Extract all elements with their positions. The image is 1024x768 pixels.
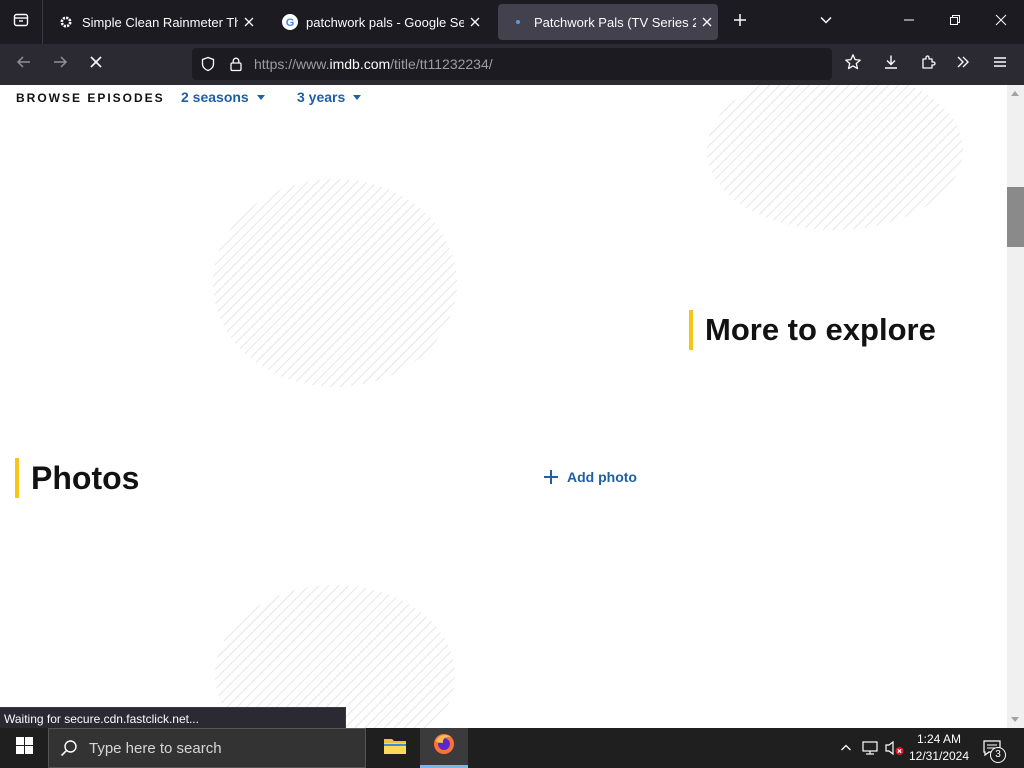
shield-icon[interactable] [198, 54, 218, 74]
add-photo-label: Add photo [567, 469, 637, 485]
seasons-dropdown[interactable]: 2 seasons [181, 89, 265, 105]
decorative-pattern [707, 85, 963, 230]
clock-time: 1:24 AM [916, 732, 962, 746]
firefox-taskbar-button[interactable] [420, 728, 468, 768]
file-explorer-taskbar-button[interactable] [371, 728, 419, 768]
url-host: imdb.com [329, 56, 391, 72]
seasons-dropdown-label: 2 seasons [181, 89, 249, 105]
chevron-down-icon [819, 13, 833, 32]
scrollbar-thumb[interactable] [1007, 187, 1024, 247]
plus-icon [543, 469, 559, 485]
taskbar-search-box[interactable]: Type here to search [48, 728, 366, 768]
arrow-left-icon [16, 54, 32, 75]
folder-icon [383, 736, 407, 761]
notification-count-badge: 3 [990, 747, 1006, 763]
firefox-icon [432, 732, 456, 761]
url-prefix: https://www. [254, 56, 330, 72]
plus-icon [733, 13, 747, 32]
tab-title: patchwork pals - Google Search [306, 14, 464, 30]
star-icon [844, 53, 862, 76]
windows-taskbar: Type here to search 1:24 AM 12/31/2024 3 [0, 728, 1024, 768]
url-path: /title/tt11232234/ [390, 56, 493, 72]
gear-icon [58, 14, 74, 30]
photos-heading: Photos [15, 458, 139, 498]
lock-icon[interactable] [226, 54, 246, 74]
tab-title: Simple Clean Rainmeter Theme [82, 14, 238, 30]
search-placeholder: Type here to search [89, 739, 222, 757]
minimize-icon [903, 13, 915, 31]
decorative-pattern [215, 585, 455, 728]
new-tab-button[interactable] [726, 8, 754, 36]
google-icon: G [282, 14, 298, 30]
navigation-toolbar: https://www.imdb.com/title/tt11232234/ [0, 44, 1024, 85]
close-icon [995, 13, 1007, 31]
chevron-up-icon[interactable] [836, 738, 856, 758]
restore-button[interactable] [932, 0, 978, 44]
stop-x-icon [89, 55, 103, 74]
close-tab-icon[interactable] [696, 17, 718, 27]
close-tab-icon[interactable] [464, 17, 486, 27]
scroll-up-icon[interactable] [1011, 91, 1019, 96]
stop-button[interactable] [82, 50, 110, 78]
loading-icon [510, 14, 526, 30]
browse-episodes-label: BROWSE EPISODES [16, 91, 165, 105]
decorative-pattern [213, 179, 457, 387]
firefox-view-icon [13, 12, 29, 33]
years-dropdown[interactable]: 3 years [297, 89, 362, 105]
clock-date: 12/31/2024 [908, 749, 970, 763]
page-content: BROWSE EPISODES 2 seasons 3 years More t… [0, 85, 1007, 728]
tab-title: Patchwork Pals (TV Series 2016- [534, 14, 696, 30]
back-button[interactable] [10, 50, 38, 78]
arrow-right-icon [52, 54, 68, 75]
tab-separator [42, 0, 43, 44]
address-bar[interactable]: https://www.imdb.com/title/tt11232234/ [192, 48, 832, 80]
app-menu-button[interactable] [986, 50, 1014, 78]
search-icon [49, 739, 89, 757]
url-text[interactable]: https://www.imdb.com/title/tt11232234/ [254, 56, 493, 72]
puzzle-icon [920, 54, 936, 75]
double-chevron-right-icon [955, 54, 971, 75]
svg-text:G: G [286, 17, 295, 29]
tab-google-search[interactable]: G patchwork pals - Google Search [270, 4, 486, 40]
more-tools-button[interactable] [949, 50, 977, 78]
taskbar-clock[interactable]: 1:24 AM 12/31/2024 [906, 731, 972, 765]
tab-strip: Simple Clean Rainmeter Theme G patchwork… [0, 0, 1024, 44]
firefox-view-button[interactable] [0, 0, 42, 44]
add-photo-button[interactable]: Add photo [543, 469, 637, 485]
close-tab-icon[interactable] [238, 17, 260, 27]
tab-imdb-patchwork-pals[interactable]: Patchwork Pals (TV Series 2016- [498, 4, 718, 40]
scroll-down-icon[interactable] [1011, 717, 1019, 722]
caret-down-icon [256, 94, 265, 100]
downloads-button[interactable] [877, 50, 905, 78]
forward-button[interactable] [46, 50, 74, 78]
download-icon [883, 54, 899, 75]
tab-rainmeter[interactable]: Simple Clean Rainmeter Theme [46, 4, 260, 40]
volume-muted-icon[interactable] [885, 738, 905, 758]
start-button[interactable] [0, 728, 48, 768]
hamburger-menu-icon [992, 54, 1008, 75]
caret-down-icon [353, 94, 362, 100]
extensions-button[interactable] [914, 50, 942, 78]
more-to-explore-heading: More to explore [689, 310, 936, 350]
loading-status-text: Waiting for secure.cdn.fastclick.net... [0, 707, 346, 728]
minimize-button[interactable] [886, 0, 932, 44]
network-icon[interactable] [861, 738, 881, 758]
bookmark-button[interactable] [839, 50, 867, 78]
restore-icon [949, 13, 961, 31]
page-scrollbar[interactable] [1007, 85, 1024, 728]
windows-logo-icon [15, 737, 33, 759]
list-all-tabs-button[interactable] [812, 8, 840, 36]
years-dropdown-label: 3 years [297, 89, 346, 105]
close-window-button[interactable] [978, 0, 1024, 44]
